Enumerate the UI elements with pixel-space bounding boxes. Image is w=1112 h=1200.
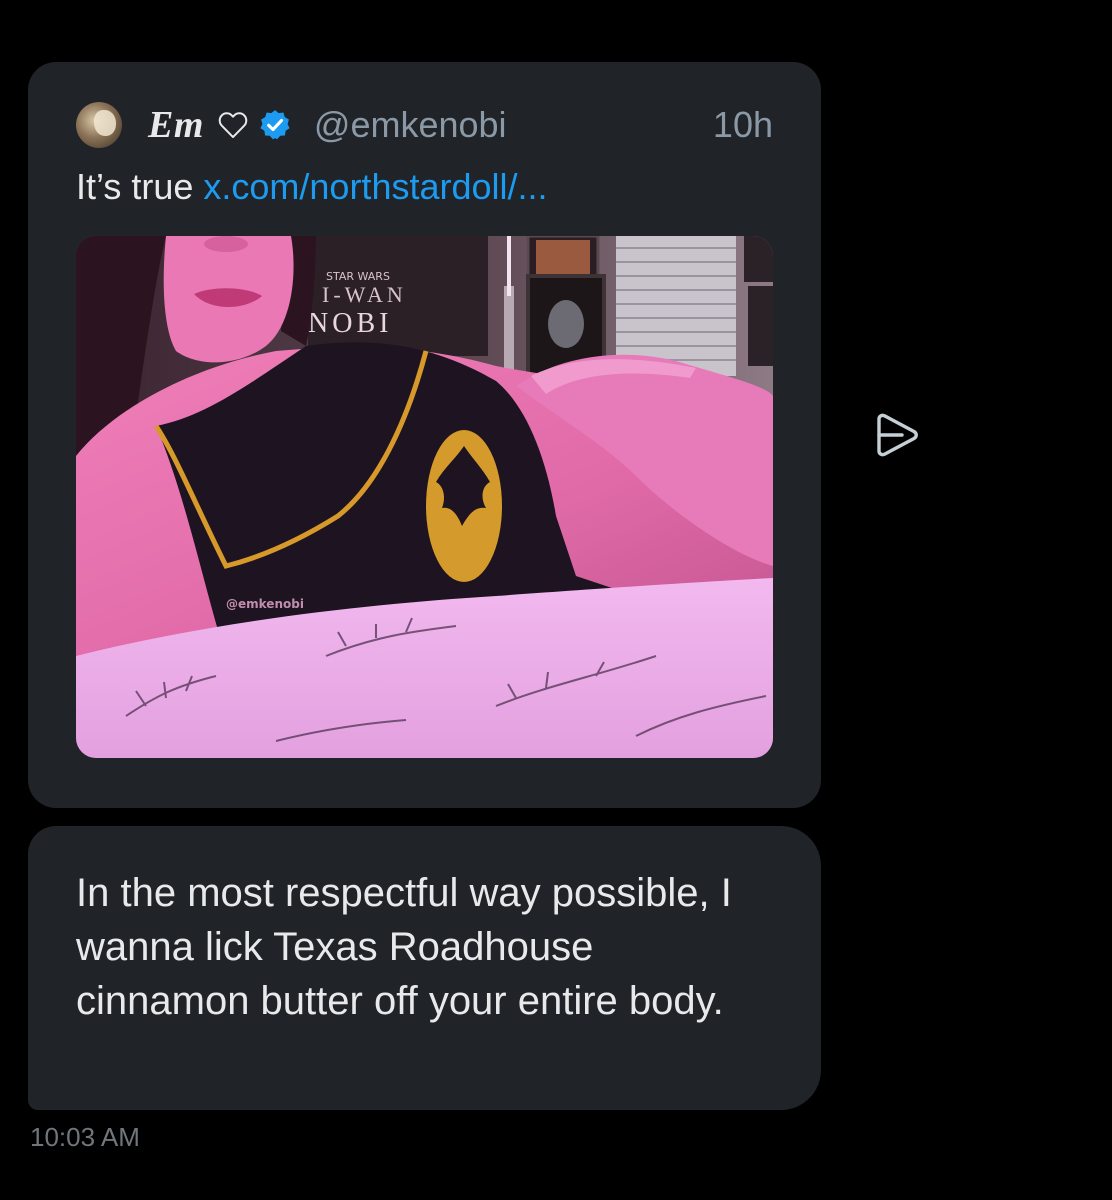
post-handle[interactable]: @emkenobi [314,104,507,146]
post-link[interactable]: x.com/northstardoll/... [203,166,547,207]
message-timestamp: 10:03 AM [30,1122,140,1152]
post-text-prefix: It’s true [76,166,204,207]
poster-text-bottom: NOBI [308,308,392,339]
share-icon[interactable] [872,410,922,460]
heart-outline-icon [218,112,248,139]
display-name[interactable]: Em [148,103,204,147]
post-photo-illustration: STAR WARS I-WAN NOBI @emkenobi [76,236,773,758]
message-bubble[interactable]: In the most respectful way possible, I w… [28,826,821,1110]
verified-badge-icon [260,110,290,140]
post-header: Em @emkenobi 10h [76,100,773,150]
post-text: It’s true x.com/northstardoll/... [76,166,548,208]
message-text: In the most respectful way possible, I w… [76,871,732,1023]
image-watermark: @emkenobi [226,597,304,611]
post-time: 10h [712,104,773,145]
poster-text-mid: I-WAN [322,282,407,307]
dm-conversation: Em @emkenobi 10h It’s true x.com/northst… [0,0,1112,1200]
post-image[interactable]: STAR WARS I-WAN NOBI @emkenobi [76,236,773,758]
avatar[interactable] [76,102,122,148]
shared-post-card[interactable]: Em @emkenobi 10h It’s true x.com/northst… [28,62,821,808]
